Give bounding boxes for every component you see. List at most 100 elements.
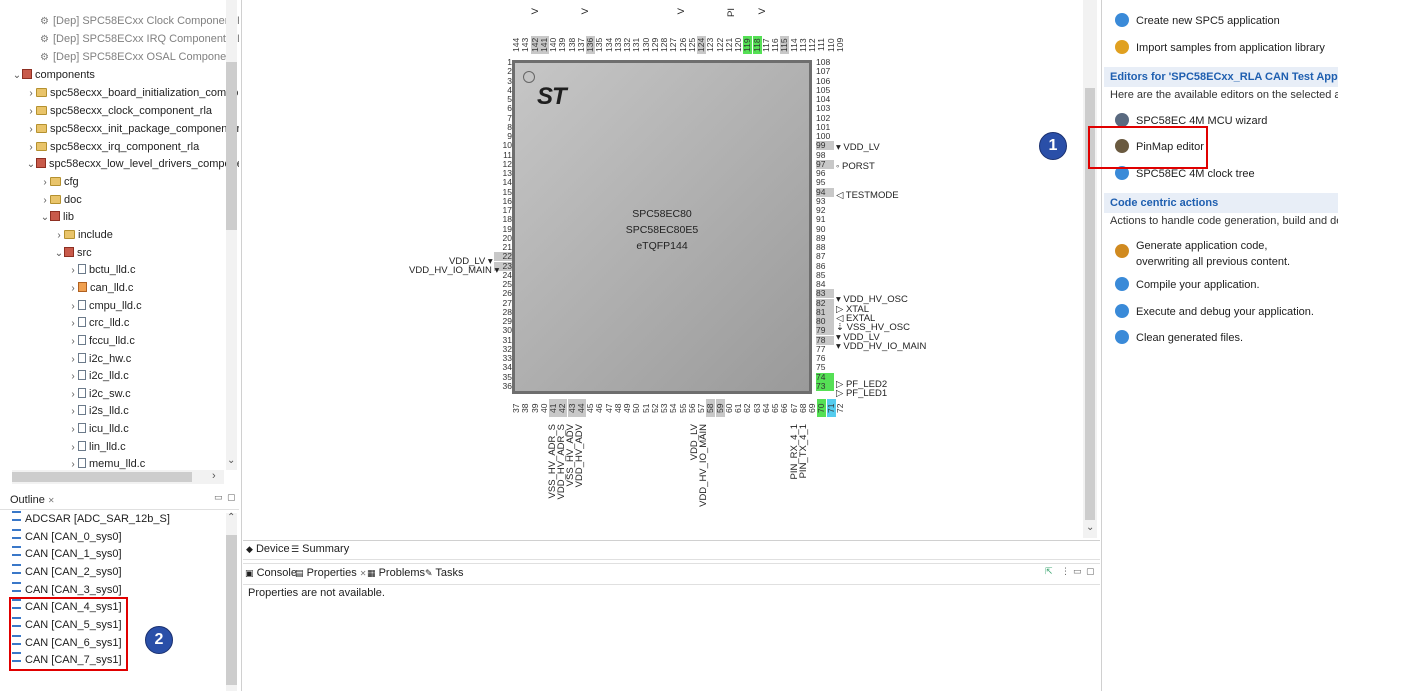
outline-item[interactable]: ADCSAR [ADC_SAR_12b_S] xyxy=(12,511,170,528)
outline-item[interactable]: CAN [CAN_0_sys0] xyxy=(12,529,122,546)
scroll-right-arrow-icon[interactable]: › xyxy=(212,470,216,482)
pin-number[interactable]: 58 xyxy=(705,399,716,417)
pin-number[interactable]: 111 xyxy=(816,36,826,54)
outline-item[interactable]: CAN [CAN_2_sys0] xyxy=(12,564,122,581)
import-samples-link[interactable]: Import samples from application library xyxy=(1115,40,1325,56)
pin-number[interactable]: 123 xyxy=(705,36,715,54)
pin-number[interactable]: 91 xyxy=(816,215,834,224)
chevron-right-icon[interactable]: › xyxy=(68,262,78,279)
minimize-icon[interactable]: ▭ xyxy=(1073,566,1082,577)
pin-number[interactable]: 26 xyxy=(494,289,512,298)
maximize-icon[interactable]: ▢ xyxy=(1086,566,1095,577)
pin-number[interactable]: 42 xyxy=(557,399,568,417)
pin-number[interactable]: 131 xyxy=(631,36,641,54)
tab-problems[interactable]: ▦ Problems xyxy=(367,567,425,579)
outline-vertical-scroll-thumb[interactable] xyxy=(226,535,237,685)
generate-code-link[interactable]: Generate application code, overwriting al… xyxy=(1115,238,1290,270)
tree-item-file[interactable]: › i2c_hw.c xyxy=(68,351,131,368)
tree-item-file[interactable]: › icu_lld.c xyxy=(68,421,129,438)
scroll-down-arrow-icon[interactable]: ⌄ xyxy=(227,455,235,466)
chevron-right-icon[interactable]: › xyxy=(68,351,78,368)
tree-item-file[interactable]: › i2s_lld.c xyxy=(68,403,129,420)
chevron-right-icon[interactable]: › xyxy=(26,85,36,102)
pin-number[interactable]: 73 xyxy=(816,381,834,391)
chevron-right-icon[interactable]: › xyxy=(54,227,64,244)
tree-item-include[interactable]: › include xyxy=(54,227,113,244)
tree-item-file[interactable]: › lin_lld.c xyxy=(68,439,126,456)
tree-item-src[interactable]: ⌄ src xyxy=(54,245,92,262)
chevron-right-icon[interactable]: › xyxy=(68,439,78,456)
tree-item-dep-osal[interactable]: ⚙ [Dep] SPC58ECxx OSAL Component RL xyxy=(40,49,239,66)
pin-number[interactable]: 127 xyxy=(668,36,678,54)
pin-number[interactable]: 50 xyxy=(631,399,641,417)
pin-number[interactable]: 54 xyxy=(668,399,678,417)
pin-number[interactable]: 72 xyxy=(835,399,845,417)
pin-number[interactable]: 109 xyxy=(835,36,845,54)
pin-number[interactable]: 34 xyxy=(494,363,512,372)
tab-summary[interactable]: ☰ Summary xyxy=(291,543,349,555)
pin-number[interactable]: 2 xyxy=(494,67,512,76)
tree-item-dep-irq[interactable]: ⚙ [Dep] SPC58ECxx IRQ Component RLA xyxy=(40,31,239,48)
tree-item-init-package[interactable]: › spc58ecxx_init_package_component_rla xyxy=(26,121,239,138)
pin-number[interactable]: 36 xyxy=(494,381,512,391)
pin-number[interactable]: 119 xyxy=(742,36,753,54)
pin-number[interactable]: 70 xyxy=(816,399,827,417)
pin-number[interactable]: 135 xyxy=(594,36,604,54)
pin-number[interactable]: 62 xyxy=(742,399,752,417)
pin-number[interactable]: 6 xyxy=(494,104,512,113)
outline-vertical-scrollbar[interactable] xyxy=(226,513,237,691)
chevron-right-icon[interactable]: › xyxy=(26,121,36,138)
tree-item-dep-clock[interactable]: ⚙ [Dep] SPC58ECxx Clock Component RL xyxy=(40,13,239,30)
chevron-right-icon[interactable]: › xyxy=(40,174,50,191)
maximize-icon[interactable]: ▢ xyxy=(227,492,236,503)
pin-number[interactable]: 18 xyxy=(494,215,512,224)
close-icon[interactable]: ✕ xyxy=(48,496,55,505)
view-menu-icon[interactable]: ⋮ xyxy=(1061,566,1070,577)
pin-number[interactable]: 83 xyxy=(816,289,834,299)
minimize-icon[interactable]: ▭ xyxy=(214,492,223,503)
pin-number[interactable]: 46 xyxy=(594,399,604,417)
chevron-right-icon[interactable]: › xyxy=(68,333,78,350)
clean-generated-files-link[interactable]: Clean generated files. xyxy=(1115,330,1243,346)
chevron-right-icon[interactable]: › xyxy=(26,103,36,120)
chevron-right-icon[interactable]: › xyxy=(40,192,50,209)
pin-number[interactable]: 79 xyxy=(816,326,834,336)
chevron-right-icon[interactable]: › xyxy=(68,298,78,315)
pin-number[interactable]: 143 xyxy=(520,36,530,54)
chevron-right-icon[interactable]: › xyxy=(68,403,78,420)
scroll-down-arrow-icon[interactable]: ⌄ xyxy=(1086,522,1094,533)
chevron-down-icon[interactable]: ⌄ xyxy=(26,156,36,173)
scroll-up-arrow-icon[interactable]: ⌃ xyxy=(227,512,235,523)
chevron-right-icon[interactable]: › xyxy=(68,386,78,403)
tab-tasks[interactable]: ✎ Tasks xyxy=(425,567,464,579)
tree-item-doc[interactable]: › doc xyxy=(40,192,81,209)
pin-number[interactable]: 103 xyxy=(816,104,834,113)
pin-number[interactable]: 95 xyxy=(816,178,834,187)
tree-item-board-init[interactable]: › spc58ecxx_board_initialization_compon xyxy=(26,85,239,102)
tree-item-file[interactable]: › crc_lld.c xyxy=(68,315,129,332)
pin-number[interactable]: 30 xyxy=(494,326,512,335)
tree-item-file[interactable]: › fccu_lld.c xyxy=(68,333,135,350)
chevron-right-icon[interactable]: › xyxy=(68,368,78,385)
tree-item-file[interactable]: › cmpu_lld.c xyxy=(68,298,142,315)
tree-item-cfg[interactable]: › cfg xyxy=(40,174,78,191)
outline-item[interactable]: CAN [CAN_1_sys0] xyxy=(12,546,122,563)
chevron-down-icon[interactable]: ⌄ xyxy=(54,245,64,262)
compile-link[interactable]: Compile your application. xyxy=(1115,277,1260,293)
tree-item-file[interactable]: › i2c_sw.c xyxy=(68,386,131,403)
pin-number[interactable]: 99 xyxy=(816,141,834,151)
tree-item-components[interactable]: ⌄ components xyxy=(12,67,95,84)
tree-vertical-scrollbar[interactable] xyxy=(226,0,237,470)
execute-debug-link[interactable]: Execute and debug your application. xyxy=(1115,304,1314,320)
tree-item-low-level-drivers[interactable]: ⌄ spc58ecxx_low_level_drivers_componer xyxy=(26,156,239,173)
chevron-right-icon[interactable]: › xyxy=(68,421,78,438)
tab-outline[interactable]: Outline ✕ xyxy=(10,494,55,506)
chevron-down-icon[interactable]: ⌄ xyxy=(12,67,22,84)
chevron-right-icon[interactable]: › xyxy=(68,315,78,332)
pin-number[interactable]: 22 xyxy=(494,252,512,262)
device-vertical-scrollbar[interactable] xyxy=(1083,0,1097,538)
pin-number[interactable]: 14 xyxy=(494,178,512,187)
pin-number[interactable]: 66 xyxy=(779,399,789,417)
project-explorer-tree[interactable]: ⚙ [Dep] SPC58ECxx Clock Component RL ⚙ [De… xyxy=(0,0,239,486)
pin-number[interactable]: 139 xyxy=(557,36,567,54)
